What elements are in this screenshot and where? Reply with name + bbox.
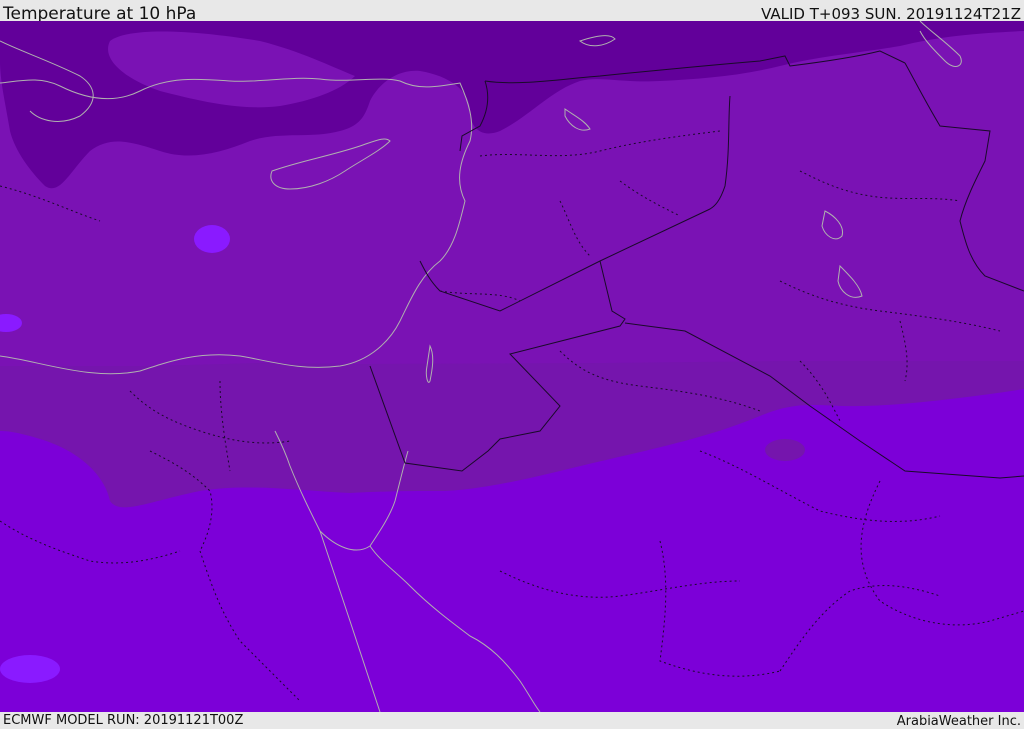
map-canvas	[0, 21, 1024, 712]
field-cool-spot	[765, 439, 805, 461]
credit: ArabiaWeather Inc.	[896, 714, 1021, 729]
weather-map[interactable]	[0, 21, 1024, 712]
model-run: ECMWF MODEL RUN: 20191121T00Z	[3, 713, 244, 728]
field-warm-spot	[194, 225, 230, 253]
footer-bar: ECMWF MODEL RUN: 20191121T00Z ArabiaWeat…	[0, 712, 1024, 729]
field-warm-spot	[0, 655, 60, 683]
header-bar: Temperature at 10 hPa VALID T+093 SUN. 2…	[0, 0, 1024, 24]
